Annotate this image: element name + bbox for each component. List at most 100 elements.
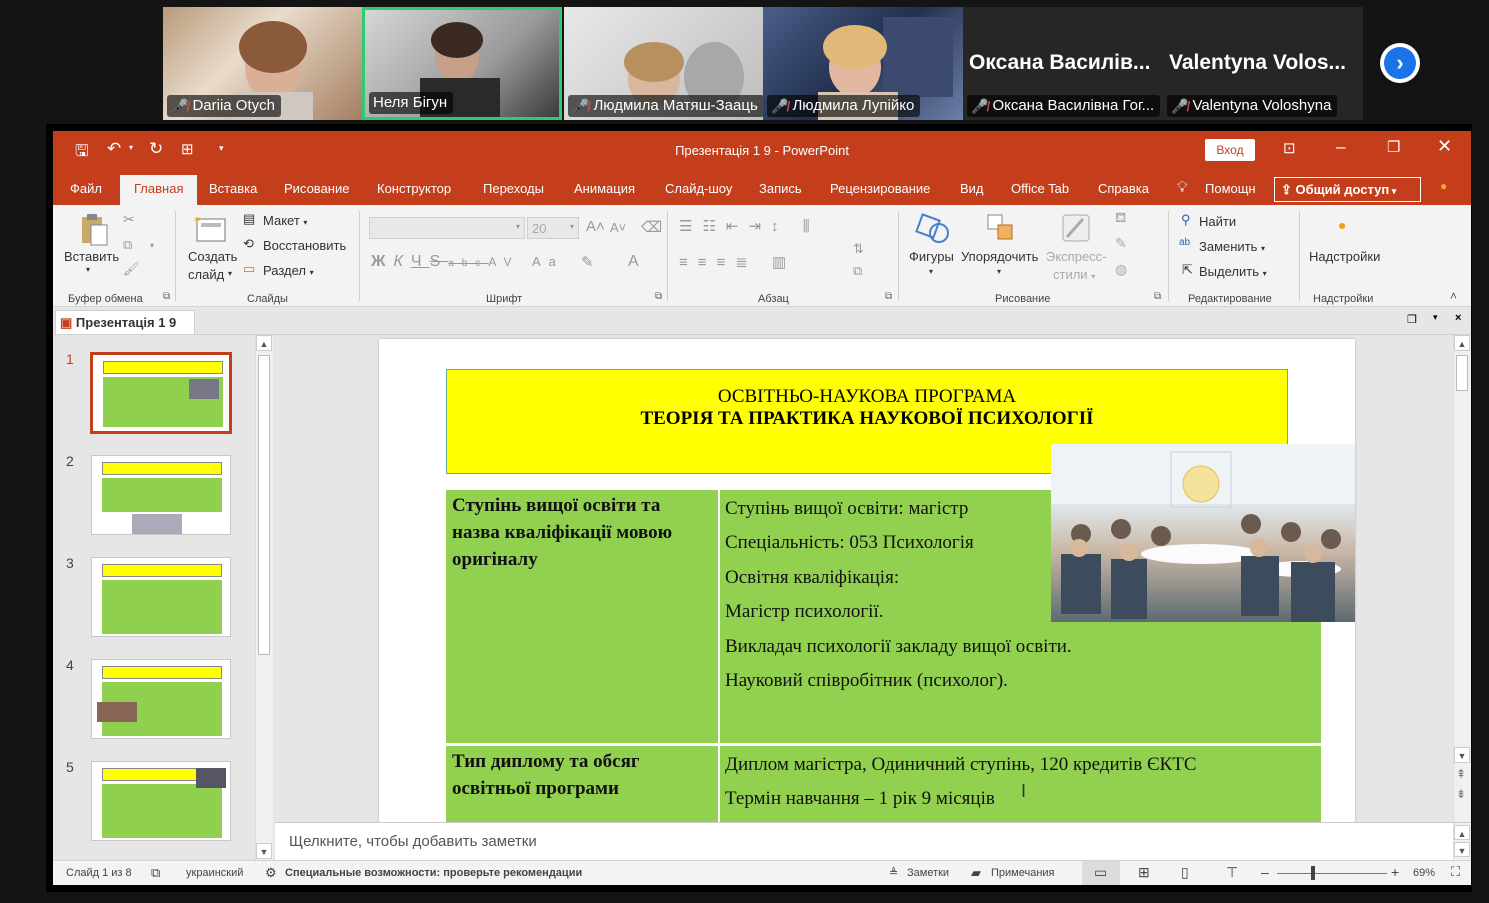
tab-review[interactable]: Рецензирование	[830, 181, 930, 196]
quick-styles-button2[interactable]: стили ▾	[1053, 267, 1095, 282]
list-indent-buttons[interactable]: ☰☷⇤⇥↕ ⫼	[679, 217, 820, 235]
tab-home[interactable]: Главная	[120, 175, 198, 205]
classroom-photo[interactable]	[1051, 444, 1355, 622]
notes-pane[interactable]: Щелкните, чтобы добавить заметки ▲ ▼	[275, 822, 1471, 860]
zoom-out-icon[interactable]: –	[1261, 864, 1269, 880]
scroll-down-icon[interactable]: ▼	[1454, 747, 1470, 763]
tab-record[interactable]: Запись	[759, 181, 802, 196]
shrink-font-icon[interactable]: A˅	[610, 220, 626, 235]
tab-help[interactable]: Справка	[1098, 181, 1149, 196]
participant-tile[interactable]: Оксана Василів... 🎤̸ Оксана Василівна Гог…	[963, 7, 1163, 120]
scroll-down-icon[interactable]: ▼	[256, 843, 272, 859]
find-button[interactable]: Найти	[1199, 214, 1236, 229]
reading-view-icon[interactable]: ▯	[1181, 864, 1189, 881]
cut-icon[interactable]: ✂	[123, 211, 135, 228]
arrange-icon[interactable]	[984, 211, 1018, 245]
new-slide-label[interactable]: Создать	[188, 249, 237, 264]
slide-sorter-icon[interactable]: ⊞	[1138, 864, 1150, 881]
format-painter-icon[interactable]: 🖌︎	[123, 261, 140, 277]
dialog-launcher-icon[interactable]: ⧉	[885, 291, 892, 302]
slide-thumbnail-4[interactable]	[91, 659, 231, 739]
scroll-up-icon[interactable]: ▲	[1454, 825, 1470, 840]
select-button[interactable]: Выделить ▾	[1199, 264, 1267, 279]
font-size-input[interactable]: 20 ▾	[527, 217, 579, 239]
paste-icon[interactable]	[79, 213, 109, 247]
tab-draw[interactable]: Рисование	[284, 181, 349, 196]
highlight-icon[interactable]: ✎	[581, 253, 594, 271]
quick-styles-icon[interactable]	[1059, 211, 1093, 245]
close-tab-icon[interactable]: ×	[1455, 312, 1461, 324]
document-tab[interactable]: ▣ Презентація 1 9	[55, 310, 196, 334]
tab-file[interactable]: Файл	[70, 181, 102, 196]
copy-dropdown-icon[interactable]: ▾	[150, 241, 154, 250]
shapes-button[interactable]: Фигуры	[909, 249, 954, 264]
share-button[interactable]: ⇪ Общий доступ ▾	[1274, 177, 1421, 202]
tab-view[interactable]: Вид	[960, 181, 984, 196]
shape-fill-icon[interactable]: ⛾	[1115, 209, 1126, 228]
font-color-icon[interactable]: A	[628, 253, 639, 271]
tell-me-search[interactable]: Помощн	[1205, 181, 1256, 196]
sign-in-button[interactable]: Вход	[1205, 139, 1255, 161]
participant-tile[interactable]: 🎤̸ Людмила Матяш-Зааць	[564, 7, 763, 120]
language-indicator[interactable]: украинский	[186, 867, 243, 879]
section-button[interactable]: Раздел ▾	[263, 263, 314, 278]
next-participants-button[interactable]: ›	[1380, 43, 1420, 83]
paste-button[interactable]: Вставить	[64, 249, 119, 264]
reset-button[interactable]: Восстановить	[263, 238, 346, 253]
thumbnails-scrollbar[interactable]: ▲ ▼	[255, 335, 273, 860]
notes-scrollbar[interactable]: ▲ ▼	[1453, 823, 1471, 860]
tab-office-tab[interactable]: Office Tab	[1011, 181, 1069, 196]
new-slide-icon[interactable]: ✶	[193, 213, 229, 245]
dialog-launcher-icon[interactable]: ⧉	[163, 291, 170, 302]
zoom-level[interactable]: 69%	[1413, 867, 1435, 879]
dialog-launcher-icon[interactable]: ⧉	[655, 291, 662, 302]
layout-button[interactable]: Макет ▾	[263, 213, 307, 228]
collapse-ribbon-icon[interactable]: ˄	[1450, 289, 1457, 303]
restore-icon[interactable]: ❐	[1387, 138, 1400, 156]
notes-toggle[interactable]: Заметки	[907, 867, 949, 879]
shapes-dropdown-icon[interactable]: ▾	[929, 267, 933, 276]
shape-outline-icon[interactable]: ✎	[1115, 235, 1127, 252]
participant-tile[interactable]: 🎤̸ Людмила Лупійко	[763, 7, 963, 120]
minimize-icon[interactable]: –	[1336, 137, 1345, 157]
table-cell-label[interactable]: Ступінь вищої освіти та назва кваліфікац…	[446, 490, 718, 743]
zoom-slider[interactable]	[1277, 873, 1387, 874]
close-icon[interactable]: ✕	[1437, 136, 1452, 157]
scroll-thumb[interactable]	[1456, 355, 1468, 391]
zoom-in-icon[interactable]: +	[1391, 864, 1399, 880]
ribbon-display-options-icon[interactable]: ⊡	[1283, 139, 1296, 157]
grow-font-icon[interactable]: A˄	[586, 218, 605, 235]
slide-thumbnail-3[interactable]	[91, 557, 231, 637]
participant-tile-active[interactable]: Неля Бігун	[362, 7, 562, 120]
alignment-buttons[interactable]: ≡≡≡≣ ▥	[679, 253, 796, 271]
accessibility-status[interactable]: Специальные возможности: проверьте реком…	[285, 867, 582, 879]
text-direction-icon[interactable]: ⇅	[853, 241, 864, 257]
previous-slide-icon[interactable]: ⇞	[1456, 767, 1466, 781]
slide-thumbnail-5[interactable]	[91, 761, 231, 841]
dialog-launcher-icon[interactable]: ⧉	[1154, 291, 1161, 302]
notes-placeholder[interactable]: Щелкните, чтобы добавить заметки	[289, 833, 537, 850]
tab-transitions[interactable]: Переходы	[483, 181, 544, 196]
shape-effects-icon[interactable]: ◍	[1115, 261, 1127, 278]
slide-canvas[interactable]: ОСВІТНЬО-НАУКОВА ПРОГРАМА ТЕОРІЯ ТА ПРАК…	[379, 339, 1355, 839]
arrange-button[interactable]: Упорядочить	[961, 249, 1038, 264]
participant-tile[interactable]: 🎤̸ Dariia Otych	[163, 7, 362, 120]
arrange-dropdown-icon[interactable]: ▾	[997, 267, 1001, 276]
font-name-input[interactable]: ▾	[369, 217, 525, 239]
zoom-slider-thumb[interactable]	[1311, 866, 1315, 880]
scroll-up-icon[interactable]: ▲	[1454, 335, 1470, 351]
replace-button[interactable]: Заменить ▾	[1199, 239, 1265, 254]
comments-toggle[interactable]: Примечания	[991, 867, 1055, 879]
clear-formatting-icon[interactable]: ⌫	[641, 218, 662, 236]
normal-view-button[interactable]: ▭	[1082, 861, 1120, 885]
shapes-icon[interactable]	[915, 211, 951, 245]
addins-button[interactable]: Надстройки	[1309, 249, 1380, 264]
tab-list-icon[interactable]: ▾	[1433, 312, 1438, 323]
smartart-icon[interactable]: ⧉	[853, 263, 862, 279]
new-slide-dropdown-icon[interactable]: ▾	[228, 269, 232, 278]
next-slide-icon[interactable]: ⇟	[1456, 787, 1466, 801]
new-tab-icon[interactable]: ❐	[1407, 313, 1417, 326]
scroll-down-icon[interactable]: ▼	[1454, 842, 1470, 857]
tab-animations[interactable]: Анимация	[574, 181, 635, 196]
slide-thumbnail-1[interactable]	[90, 352, 232, 434]
